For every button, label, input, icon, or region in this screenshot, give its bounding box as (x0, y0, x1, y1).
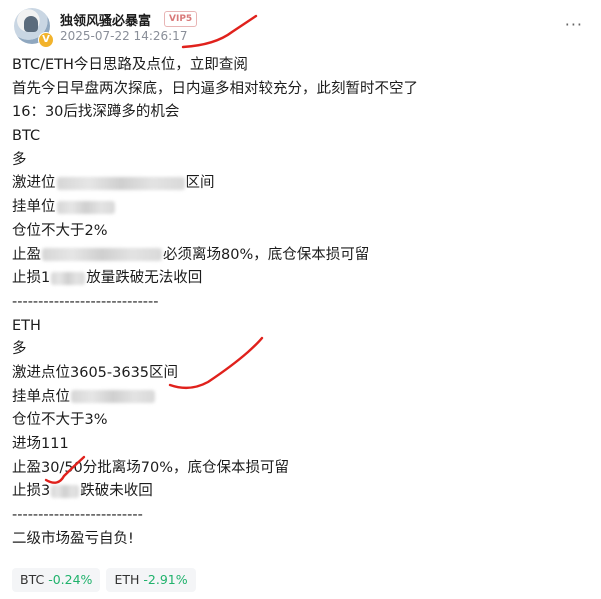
btc-limit-entry: 挂单位 (12, 196, 592, 220)
btc-aggressive-entry: 激进位 区间 (12, 172, 592, 196)
post-body: BTC/ETH今日思路及点位，立即查阅 首先今日早盘两次探底，日内逼多相对较充分… (12, 54, 592, 551)
eth-position: 仓位不大于3% (12, 412, 108, 429)
divider: ------------------------- (12, 507, 143, 524)
post-text: 激进位 (12, 175, 56, 192)
eth-limit-entry: 挂单点位 (12, 386, 592, 410)
ticker-tag-btc[interactable]: BTC -0.24% (12, 568, 101, 592)
ticker-symbol: BTC (20, 572, 45, 587)
post-timestamp: 2025-07-22 14:26:17 (60, 29, 188, 43)
redacted-value (71, 390, 155, 404)
ticker-tag-eth[interactable]: ETH -2.91% (106, 568, 196, 592)
disclaimer: 二级市场盈亏自负! (12, 530, 134, 547)
redacted-value (56, 200, 115, 214)
post-text: 挂单点位 (12, 388, 70, 405)
eth-direction: 多 (12, 341, 27, 358)
post-text: 放量跌破无法收回 (86, 270, 203, 287)
eth-heading: ETH (12, 317, 41, 334)
verified-badge-icon: V (38, 32, 54, 48)
vip-badge: VIP5 (164, 11, 198, 27)
eth-take-profit: 止盈30/50分批离场70%，底仓保本损可留 (12, 459, 290, 476)
post-text: 止损1 (12, 270, 51, 287)
post-text: 必须离场80%，底仓保本损可留 (163, 246, 370, 263)
post-text: 挂单位 (12, 199, 56, 216)
author-name[interactable]: 独领风骚必暴富 (60, 10, 151, 29)
redacted-value (51, 484, 80, 498)
btc-heading: BTC (12, 128, 41, 145)
btc-direction: 多 (12, 151, 27, 168)
eth-stop-loss: 止损3 跌破未收回 (12, 480, 592, 504)
btc-take-profit: 止盈 必须离场80%，底仓保本损可留 (12, 244, 592, 268)
ticker-change: -2.91% (143, 572, 188, 587)
post-text: 跌破未收回 (80, 483, 153, 500)
post-text: 区间 (185, 175, 215, 192)
post-text: 止损3 (12, 483, 51, 500)
redacted-value (51, 271, 86, 285)
ticker-change: -0.24% (48, 572, 93, 587)
avatar-figure (24, 16, 38, 32)
post-line: 首先今日早盘两次探底，日内逼多相对较充分，此刻暂时不空了 (12, 80, 418, 97)
post-header: V 独领风骚必暴富 VIP5 2025-07-22 14:26:17 ··· (14, 8, 587, 48)
btc-stop-loss: 止损1 放量跌破无法收回 (12, 267, 592, 291)
ticker-tags: BTC -0.24% ETH -2.91% (12, 568, 202, 592)
more-options-icon[interactable]: ··· (565, 17, 583, 33)
redacted-value (42, 248, 162, 261)
post-line: 16：30后找深蹲多的机会 (12, 104, 180, 121)
redacted-value (56, 176, 185, 190)
eth-entry: 进场111 (12, 436, 69, 452)
post-title: BTC/ETH今日思路及点位，立即查阅 (12, 57, 248, 73)
ticker-symbol: ETH (114, 572, 140, 587)
divider: ---------------------------- (12, 293, 159, 310)
eth-aggressive-entry: 激进点位3605-3635区间 (12, 364, 179, 381)
post-text: 止盈 (12, 246, 41, 263)
btc-position: 仓位不大于2% (12, 222, 108, 239)
